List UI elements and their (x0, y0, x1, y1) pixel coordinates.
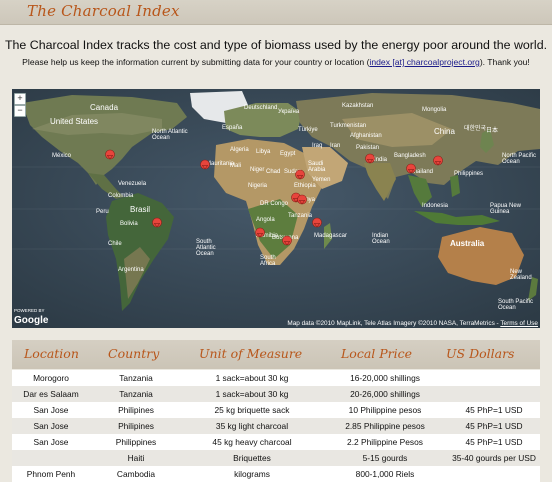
table-row: Dar es Salaam Tanzania 1 sack=about 30 k… (12, 386, 540, 402)
cell-local-price: 2.2 Philippine Pesos (347, 437, 423, 447)
price-table: Morogoro Tanzania 1 sack=about 30 kg 16-… (12, 370, 540, 482)
table-row: San Jose Philippines 45 kg heavy charcoa… (12, 434, 540, 450)
cell-location: Phnom Penh (26, 469, 76, 479)
cell-country: Philipines (118, 421, 154, 431)
cell-location: San Jose (33, 405, 69, 415)
map-markers (105, 149, 443, 246)
cell-unit: 1 sack=about 30 kg (215, 389, 289, 399)
powered-by-label: POWERED BY (14, 308, 45, 313)
map-marker[interactable] (105, 149, 115, 160)
cell-local-price: 20-26,000 shillings (350, 389, 420, 399)
cell-unit: kilograms (234, 469, 270, 479)
table-row: San Jose Philipines 25 kg briquette sack… (12, 402, 540, 418)
cell-us-dollars: 45 PhP=1 USD (465, 421, 523, 431)
map-marker[interactable] (152, 217, 162, 228)
cell-us-dollars: 45 PhP=1 USD (465, 405, 523, 415)
cell-unit: 1 sack=about 30 kg (215, 373, 289, 383)
cell-country: Philipines (118, 405, 154, 415)
cell-country: Haiti (127, 453, 145, 463)
google-brand-text: Google (14, 315, 49, 326)
column-header-us-dollars: US Dollars (446, 346, 515, 361)
cell-us-dollars: 35-40 gourds per USD (452, 453, 536, 463)
map-marker[interactable] (282, 235, 292, 246)
cell-location: Dar es Salaam (23, 389, 79, 399)
map-marker[interactable] (255, 227, 265, 238)
cell-location: San Jose (33, 421, 69, 431)
google-logo[interactable]: POWERED BY Google (14, 308, 49, 326)
email-link[interactable]: index [at] charcoalproject.org (369, 57, 479, 67)
map-marker[interactable] (297, 194, 307, 205)
map-marker[interactable] (295, 169, 305, 180)
map-marker[interactable] (200, 159, 210, 170)
cell-unit: 25 kg briquette sack (214, 405, 290, 415)
table-row: San Jose Philipines 35 kg light charcoal… (12, 418, 540, 434)
cell-local-price: 2.85 Philippine pesos (345, 421, 425, 431)
map-marker[interactable] (365, 153, 375, 164)
cell-local-price: 10 Philippine pesos (348, 405, 422, 415)
column-header-country: Country (108, 346, 160, 361)
help-text-before: Please help us keep the information curr… (22, 57, 370, 67)
cell-local-price: 5-15 gourds (362, 453, 408, 463)
map-marker[interactable] (406, 163, 416, 174)
table-header: Location Country Unit of Measure Local P… (12, 340, 540, 369)
column-header-local-price: Local Price (341, 346, 413, 361)
cell-location: San Jose (33, 437, 69, 447)
cell-unit: Briquettes (233, 453, 271, 463)
world-map[interactable]: + − Canada United States México North At… (12, 89, 540, 328)
table-row: Morogoro Tanzania 1 sack=about 30 kg 16-… (12, 370, 540, 386)
cell-local-price: 16-20,000 shillings (350, 373, 420, 383)
attribution-text: Map data ©2010 MapLink, Tele Atlas Image… (287, 320, 501, 327)
table-row: Haiti Briquettes 5-15 gourds 35-40 gourd… (12, 450, 540, 466)
map-marker[interactable] (433, 155, 443, 166)
cell-country: Philippines (115, 437, 157, 447)
intro-help-text: Please help us keep the information curr… (0, 57, 552, 67)
map-attribution: Map data ©2010 MapLink, Tele Atlas Image… (287, 320, 538, 327)
cell-unit: 45 kg heavy charcoal (212, 437, 292, 447)
cell-country: Cambodia (116, 469, 156, 479)
cell-country: Tanzania (119, 389, 153, 399)
help-text-after: ). Thank you! (479, 57, 530, 67)
column-header-unit: Unit of Measure (199, 346, 303, 361)
terms-of-use-link[interactable]: Terms of Use (500, 320, 538, 327)
cell-country: Tanzania (119, 373, 153, 383)
page-title: The Charcoal Index (27, 2, 180, 20)
cell-unit: 35 kg light charcoal (215, 421, 289, 431)
table-row: Phnom Penh Cambodia kilograms 800-1,000 … (12, 466, 540, 482)
header-band: The Charcoal Index (0, 0, 552, 25)
map-marker[interactable] (312, 217, 322, 228)
cell-us-dollars: 45 PhP=1 USD (465, 437, 523, 447)
cell-location: Morogoro (33, 373, 69, 383)
column-header-location: Location (24, 346, 79, 361)
intro-headline: The Charcoal Index tracks the cost and t… (4, 38, 548, 52)
cell-local-price: 800-1,000 Riels (355, 469, 415, 479)
